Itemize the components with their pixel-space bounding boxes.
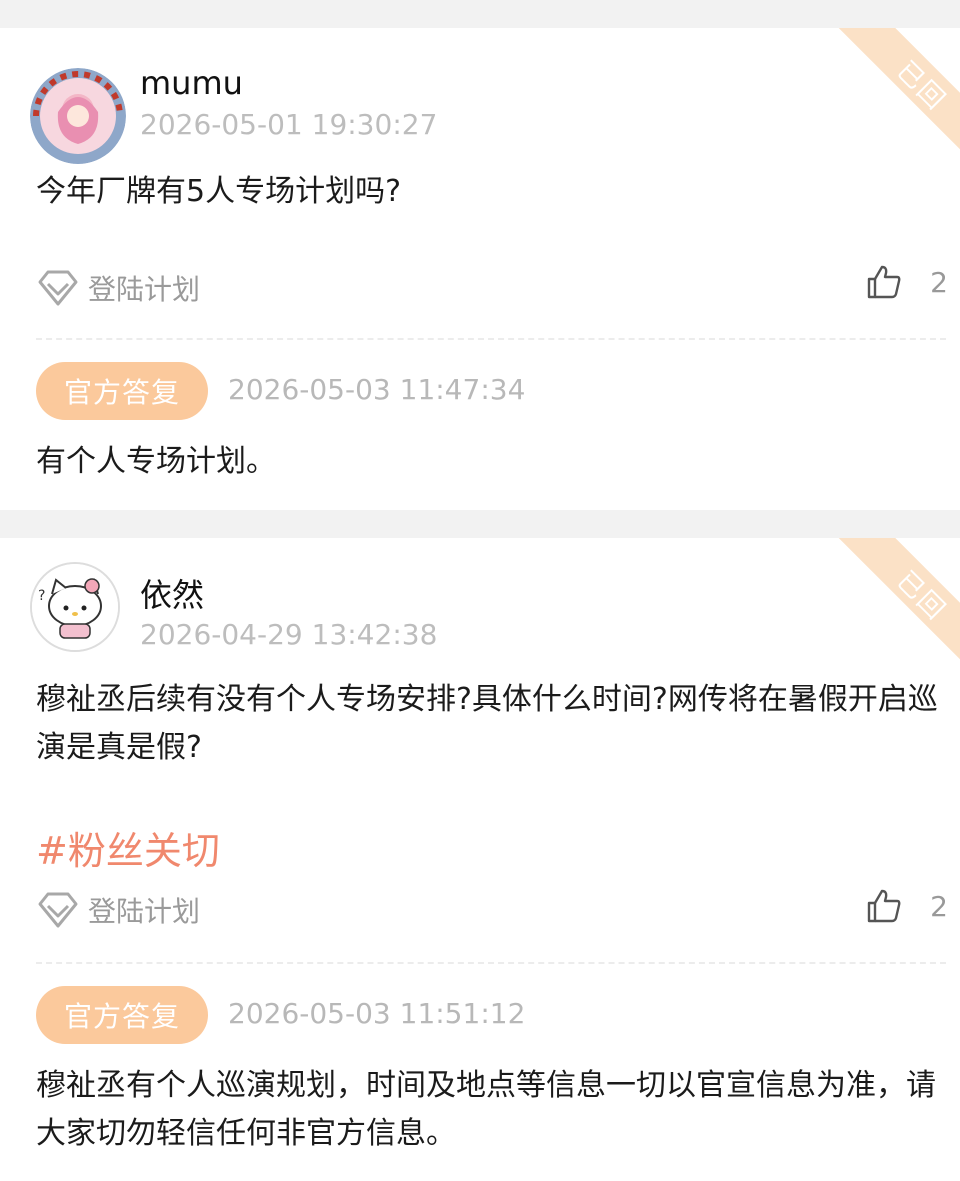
hashtag[interactable]: #粉丝关切 xyxy=(36,820,220,875)
topic-tag-label: 登陆计划 xyxy=(88,895,201,928)
like-count: 2 xyxy=(930,265,948,299)
reply-content: 有个人专场计划。 xyxy=(36,444,276,479)
divider xyxy=(36,962,946,964)
divider xyxy=(36,338,946,340)
thumbs-up-icon xyxy=(867,265,901,299)
topic-tag[interactable]: 登陆计划 xyxy=(36,268,200,308)
replied-badge-text: 已回 xyxy=(890,55,952,117)
thumbs-up-icon xyxy=(867,889,901,923)
post-card: 已回 mumu 2026-05-01 19:30:27 今年厂牌有5人专场计划吗… xyxy=(0,28,960,510)
post-content: 今年厂牌有5人专场计划吗? xyxy=(36,174,402,209)
post-timestamp: 2026-04-29 13:42:38 xyxy=(140,618,438,651)
diamond-tag-icon xyxy=(38,270,78,306)
like-button[interactable]: 2 xyxy=(866,888,948,924)
username[interactable]: 依然 xyxy=(140,570,204,616)
topic-tag-label: 登陆计划 xyxy=(88,273,201,306)
replied-badge: 已回 xyxy=(827,28,960,152)
like-count: 2 xyxy=(930,889,948,923)
reply-content: 穆祉丞有个人巡演规划，时间及地点等信息一切以官宣信息为准，请大家切勿轻信任何非官… xyxy=(36,1068,936,1151)
replied-badge-text: 已回 xyxy=(890,565,952,627)
official-reply-badge: 官方答复 xyxy=(36,362,208,420)
like-button[interactable]: 2 xyxy=(866,264,948,300)
official-reply-badge: 官方答复 xyxy=(36,986,208,1044)
reply-timestamp: 2026-05-03 11:51:12 xyxy=(228,997,526,1030)
post-card: 已回 ? 依然 2026-04-29 13:42:38 穆祉丞后续有没有个人专场… xyxy=(0,538,960,1181)
avatar[interactable]: ? xyxy=(30,562,120,652)
username[interactable]: mumu xyxy=(140,64,243,102)
post-content: 穆祉丞后续有没有个人专场安排?具体什么时间?网传将在暑假开启巡演是真是假? xyxy=(36,682,938,765)
reply-timestamp: 2026-05-03 11:47:34 xyxy=(228,373,526,406)
post-timestamp: 2026-05-01 19:30:27 xyxy=(140,108,438,141)
official-reply-label: 官方答复 xyxy=(63,376,180,409)
diamond-tag-icon xyxy=(38,892,78,928)
avatar[interactable] xyxy=(30,68,126,164)
official-reply-label: 官方答复 xyxy=(63,1000,180,1033)
svg-text:?: ? xyxy=(38,588,45,604)
replied-badge: 已回 xyxy=(827,538,960,662)
topic-tag[interactable]: 登陆计划 xyxy=(36,890,200,930)
